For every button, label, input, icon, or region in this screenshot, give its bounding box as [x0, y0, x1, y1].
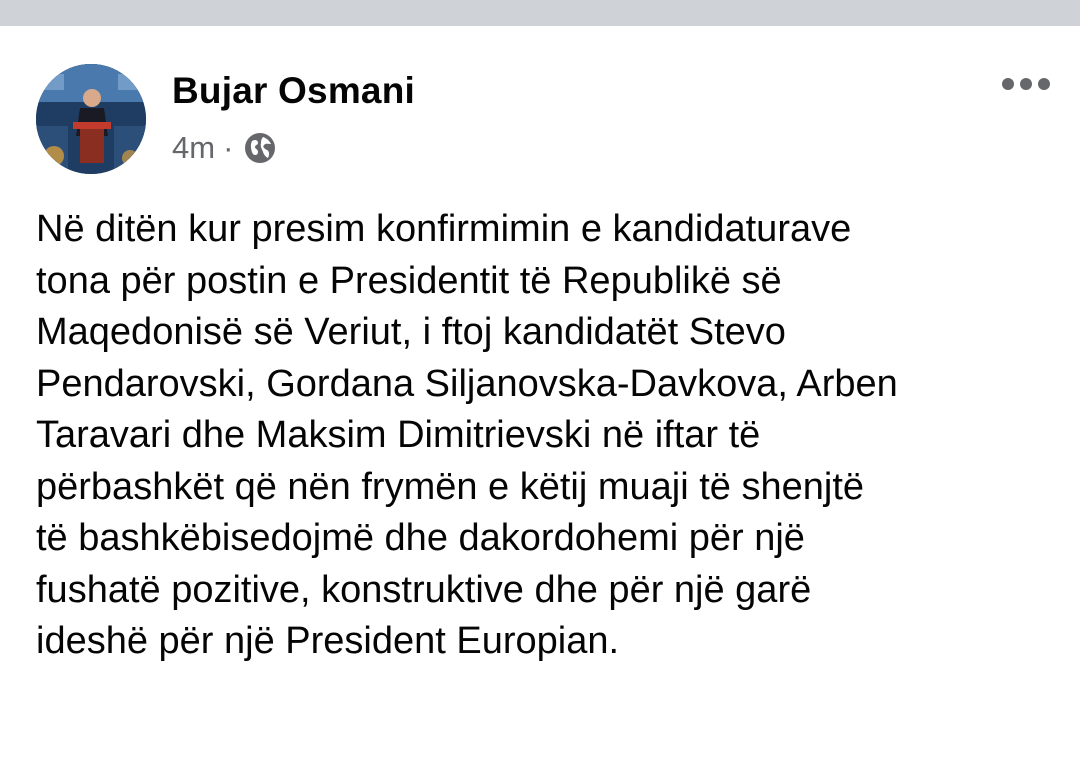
facebook-post: Bujar Osmani 4m · Në ditën kur presim ko… — [0, 26, 1080, 768]
author-name[interactable]: Bujar Osmani — [172, 70, 415, 112]
post-text-line: ideshë për një President Europian. — [36, 620, 620, 662]
post-meta: 4m · — [172, 128, 277, 168]
author-avatar[interactable] — [36, 64, 146, 174]
post-text-line: Maqedonisë së Veriut, i ftoj kandidatët … — [36, 311, 786, 353]
post-text-line: Pendarovski, Gordana Siljanovska-Davkova… — [36, 362, 898, 405]
more-dot — [1038, 78, 1050, 90]
post-text-line: tona për postin e Presidentit të Republi… — [36, 259, 782, 302]
globe-icon[interactable] — [243, 131, 277, 165]
avatar-photo-icon — [36, 64, 146, 174]
more-dot — [1002, 78, 1014, 90]
post-timestamp[interactable]: 4m — [172, 130, 215, 166]
more-dot — [1020, 78, 1032, 90]
post-text-line: Taravari dhe Maksim Dimitrievski në ifta… — [36, 414, 761, 456]
post-text-line: përbashkët që nën frymën e këtij muaji t… — [36, 465, 865, 508]
post-text-line: fushatë pozitive, konstruktive dhe për n… — [36, 568, 812, 611]
post-text-line: të bashkëbisedojmë dhe dakordohemi për n… — [36, 517, 805, 559]
top-status-strip — [0, 0, 1080, 26]
more-options-icon[interactable] — [1002, 74, 1050, 94]
post-body: Në ditën kur presim konfirmimin e kandid… — [36, 204, 1046, 668]
post-text-line: Në ditën kur presim konfirmimin e kandid… — [36, 208, 852, 250]
meta-separator: · — [223, 130, 234, 165]
